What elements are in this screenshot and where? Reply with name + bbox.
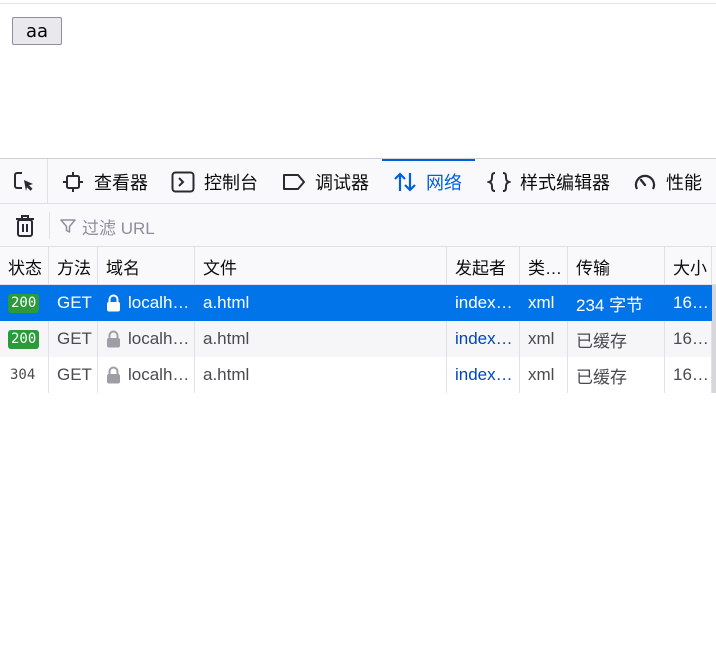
element-picker-button[interactable]: [0, 159, 48, 204]
column-header-file[interactable]: 文件: [195, 247, 447, 285]
status-badge: 304: [10, 366, 36, 383]
aa-button[interactable]: aa: [12, 17, 62, 45]
console-icon: [171, 170, 195, 194]
size-cell: 16…: [665, 357, 712, 393]
domain-cell: localh…: [98, 357, 195, 393]
tab-label: 性能: [666, 172, 702, 193]
network-icon: [393, 170, 417, 194]
method-cell: GET: [49, 321, 98, 357]
domain-text: localh…: [128, 293, 190, 312]
domain-text: localh…: [128, 329, 190, 348]
tab-debugger[interactable]: 调试器: [282, 159, 369, 204]
type-cell: xml: [520, 357, 568, 393]
tab-console[interactable]: 控制台: [171, 159, 258, 204]
method-cell: GET: [49, 285, 98, 321]
file-cell: a.html: [195, 321, 447, 357]
request-row[interactable]: 200 GET localh… a.html index… xml 已缓存 16…: [0, 321, 712, 357]
devtools-panel: 查看器 控制台 调试器 网络 样式编辑器 性能 过滤 URL 状态 方法 域名 …: [0, 158, 716, 656]
inspector-icon: [61, 170, 85, 194]
column-header-size[interactable]: 大小: [665, 247, 712, 285]
filter-url-input[interactable]: 过滤 URL: [60, 213, 155, 239]
status-cell: 200: [0, 285, 49, 321]
domain-cell: localh…: [98, 285, 195, 321]
tab-style-editor[interactable]: 样式编辑器: [487, 159, 610, 204]
domain-text: localh…: [128, 365, 190, 384]
requests-table-header: 状态 方法 域名 文件 发起者 类… 传输 大小: [0, 247, 716, 285]
domain-cell: localh…: [98, 321, 195, 357]
size-cell: 16…: [665, 285, 712, 321]
column-header-type[interactable]: 类…: [520, 247, 568, 285]
devtools-tab-bar: 查看器 控制台 调试器 网络 样式编辑器 性能: [0, 159, 716, 204]
lock-icon: [107, 330, 120, 348]
transferred-cell: 234 字节: [568, 285, 665, 321]
status-cell: 200: [0, 321, 49, 357]
toolbar-divider: [49, 212, 50, 239]
column-header-method[interactable]: 方法: [49, 247, 98, 285]
transferred-cell: 已缓存: [568, 357, 665, 393]
style-editor-icon: [487, 170, 511, 194]
status-cell: 304: [0, 357, 49, 393]
tab-inspector[interactable]: 查看器: [61, 159, 148, 204]
type-cell: xml: [520, 321, 568, 357]
file-cell: a.html: [195, 285, 447, 321]
request-row[interactable]: 200 GET localh… a.html index… xml 234 字节…: [0, 285, 712, 321]
vertical-scrollbar[interactable]: [712, 285, 716, 393]
page-content: aa: [0, 0, 716, 158]
column-header-initiator[interactable]: 发起者: [447, 247, 520, 285]
size-cell: 16…: [665, 321, 712, 357]
tab-label: 样式编辑器: [520, 172, 610, 193]
tab-label: 网络: [426, 172, 462, 193]
file-cell: a.html: [195, 357, 447, 393]
column-header-domain[interactable]: 域名: [98, 247, 195, 285]
type-cell: xml: [520, 285, 568, 321]
tab-network[interactable]: 网络: [382, 159, 475, 204]
column-header-status[interactable]: 状态: [0, 247, 49, 285]
initiator-link[interactable]: index…: [447, 285, 520, 321]
tab-label: 调试器: [315, 172, 369, 193]
tab-label: 查看器: [94, 172, 148, 193]
tab-performance[interactable]: 性能: [633, 159, 702, 204]
initiator-link[interactable]: index…: [447, 357, 520, 393]
transferred-cell: 已缓存: [568, 321, 665, 357]
lock-icon: [107, 294, 120, 312]
method-cell: GET: [49, 357, 98, 393]
lock-icon: [107, 366, 120, 384]
tab-label: 控制台: [204, 172, 258, 193]
network-toolbar: 过滤 URL: [0, 204, 716, 247]
request-row[interactable]: 304 GET localh… a.html index… xml 已缓存 16…: [0, 357, 712, 393]
filter-icon: [60, 218, 76, 234]
initiator-link[interactable]: index…: [447, 321, 520, 357]
status-badge: 200: [8, 329, 40, 349]
performance-icon: [633, 170, 657, 194]
debugger-icon: [282, 170, 306, 194]
clear-requests-button[interactable]: [12, 213, 38, 239]
column-header-transferred[interactable]: 传输: [568, 247, 665, 285]
status-badge: 200: [8, 293, 40, 313]
filter-placeholder: 过滤 URL: [82, 218, 155, 238]
element-picker-icon: [13, 171, 33, 191]
page-top-border: [0, 3, 716, 4]
trash-icon: [16, 215, 34, 237]
